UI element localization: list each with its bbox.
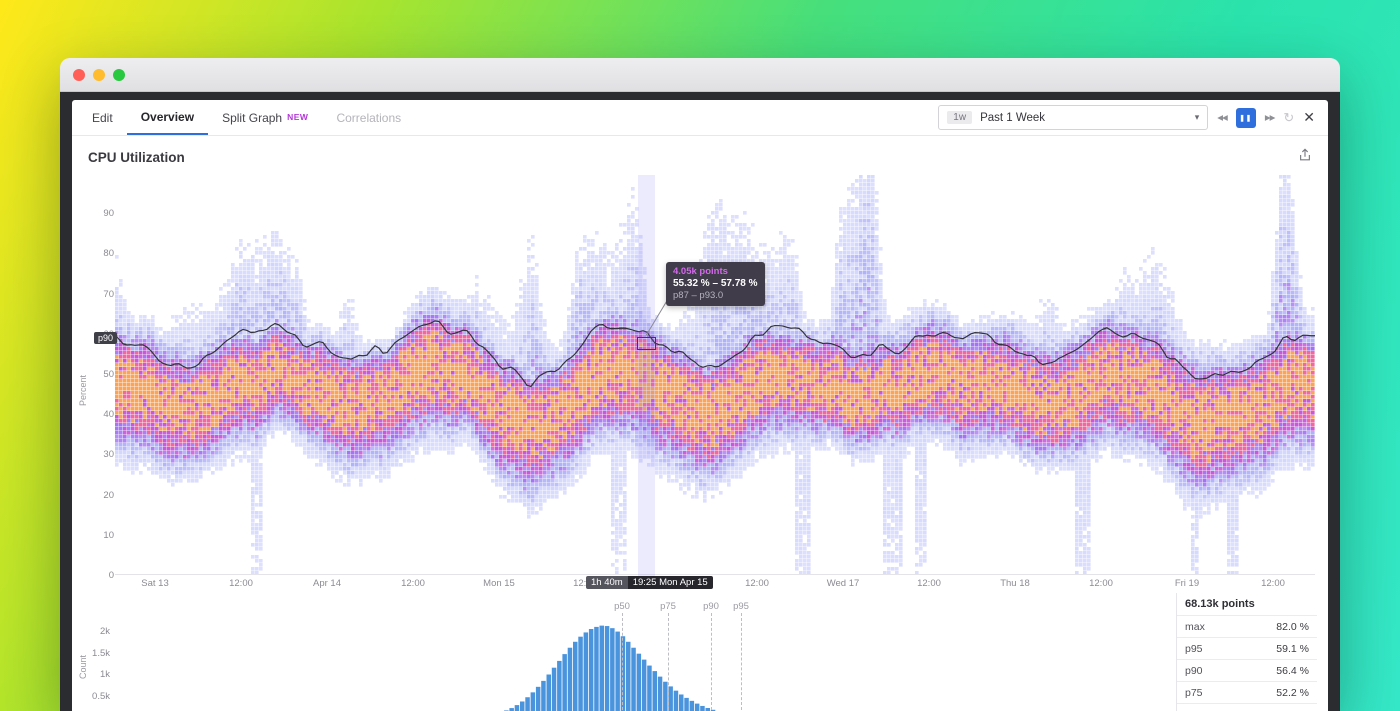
stats-row-p50: p5047.8 %: [1177, 704, 1317, 711]
heatmap-y-tick-label: 30: [90, 449, 114, 460]
heatmap-y-tick-label: 10: [90, 530, 114, 541]
skip-forward-icon[interactable]: ▶▶: [1265, 113, 1275, 122]
heatmap-x-tick-label: 12:00: [727, 578, 787, 589]
minimize-window-button[interactable]: [93, 69, 105, 81]
percentile-marker-label: p90: [696, 601, 726, 612]
time-range-label: Past 1 Week: [980, 112, 1187, 124]
heatmap-x-tick-label: Mon 15: [469, 578, 529, 589]
tab-correlations[interactable]: Correlations: [322, 100, 415, 135]
heatmap-x-tick-label: 12:00: [1243, 578, 1303, 589]
tab-overview[interactable]: Overview: [127, 100, 208, 135]
percentile-marker-line: [622, 613, 623, 710]
desktop-background: Edit Overview Split Graph NEW Correlatio…: [0, 0, 1400, 711]
heatmap-y-tick-label: 80: [90, 248, 114, 259]
percentile-marker-line: [711, 613, 712, 710]
histogram-y-tick-label: 1k: [86, 669, 110, 680]
tab-split-graph-label: Split Graph: [222, 111, 282, 125]
export-icon[interactable]: [1298, 148, 1312, 167]
stats-row-p95: p9559.1 %: [1177, 638, 1317, 660]
window-titlebar: [60, 58, 1340, 92]
heatmap-x-tick-label: 12:00: [211, 578, 271, 589]
heatmap-y-tick-label: 20: [90, 490, 114, 501]
close-icon[interactable]: ✕: [1303, 109, 1315, 126]
tab-bar: Edit Overview Split Graph NEW Correlatio…: [72, 100, 1328, 136]
selection-band: [638, 175, 655, 578]
selection-duration: 1h 40m: [586, 576, 628, 589]
zoom-window-button[interactable]: [113, 69, 125, 81]
heatmap-x-tick-label: Sat 13: [125, 578, 185, 589]
heatmap-y-tick-label: 0: [90, 570, 114, 581]
heatmap-x-tick-label: Fri 19: [1157, 578, 1217, 589]
pause-icon: ❚❚: [1239, 114, 1252, 122]
tooltip-value-range: 55.32 % – 57.78 %: [673, 278, 758, 290]
chart-header: CPU Utilization: [72, 136, 1328, 167]
tooltip-percentile-range: p87 – p93.0: [673, 290, 758, 302]
heatmap-x-tick-label: Apr 14: [297, 578, 357, 589]
tab-split-graph[interactable]: Split Graph NEW: [208, 100, 322, 135]
percentile-marker-label: p50: [607, 601, 637, 612]
heatmap-x-tick-label: Thu 18: [985, 578, 1045, 589]
heatmap-y-tick-label: 50: [90, 369, 114, 380]
pause-button[interactable]: ❚❚: [1236, 108, 1256, 128]
percentile-marker-label: p95: [726, 601, 756, 612]
app-dark-background: Edit Overview Split Graph NEW Correlatio…: [60, 92, 1340, 711]
toolbar-right: 1w Past 1 Week ▾ ◀◀ ❚❚ ▶▶ ↻ ✕: [938, 100, 1328, 135]
p90-line-label: p90: [94, 332, 117, 344]
histogram-y-tick-label: 2k: [86, 626, 110, 637]
time-range-select[interactable]: 1w Past 1 Week ▾: [938, 105, 1208, 130]
summary-stats-panel: 68.13k points max82.0 % p9559.1 % p9056.…: [1176, 593, 1317, 711]
selection-time-badge: 1h 40m19:25 Mon Apr 15: [586, 576, 713, 589]
heatmap-y-tick-label: 40: [90, 409, 114, 420]
cpu-heatmap-canvas[interactable]: [115, 175, 1315, 575]
tab-edit[interactable]: Edit: [78, 100, 127, 135]
histogram-y-tick-label: 1.5k: [86, 648, 110, 659]
stats-row-p90: p9056.4 %: [1177, 660, 1317, 682]
time-range-badge: 1w: [947, 111, 972, 124]
close-window-button[interactable]: [73, 69, 85, 81]
heatmap-y-tick-label: 70: [90, 289, 114, 300]
skip-back-icon[interactable]: ◀◀: [1217, 113, 1227, 122]
distribution-histogram-canvas[interactable]: [115, 600, 1315, 711]
percentile-marker-label: p75: [653, 601, 683, 612]
chart-title: CPU Utilization: [88, 150, 185, 165]
heatmap-x-tick-label: 12:00: [899, 578, 959, 589]
graph-editor-panel: Edit Overview Split Graph NEW Correlatio…: [72, 100, 1328, 711]
selected-bucket-outline: [637, 337, 656, 350]
stats-row-p75: p7552.2 %: [1177, 682, 1317, 704]
tooltip-points: 4.05k points: [673, 266, 758, 278]
percentile-marker-line: [668, 613, 669, 710]
app-window: Edit Overview Split Graph NEW Correlatio…: [60, 58, 1340, 711]
heatmap-y-axis-label: Percent: [78, 358, 88, 422]
heatmap-x-tick-label: 12:00: [1071, 578, 1131, 589]
stats-row-max: max82.0 %: [1177, 616, 1317, 638]
selection-timestamp: 19:25 Mon Apr 15: [628, 576, 713, 589]
stats-title: 68.13k points: [1177, 593, 1317, 616]
heatmap-x-tick-label: 12:00: [383, 578, 443, 589]
refresh-icon[interactable]: ↻: [1283, 110, 1294, 126]
chevron-down-icon: ▾: [1195, 112, 1200, 123]
heatmap-y-tick-label: 90: [90, 208, 114, 219]
percentile-marker-line: [741, 613, 742, 710]
hover-tooltip: 4.05k points 55.32 % – 57.78 % p87 – p93…: [666, 262, 765, 306]
histogram-y-tick-label: 0.5k: [86, 691, 110, 702]
new-badge: NEW: [287, 112, 308, 122]
heatmap-x-tick-label: Wed 17: [813, 578, 873, 589]
